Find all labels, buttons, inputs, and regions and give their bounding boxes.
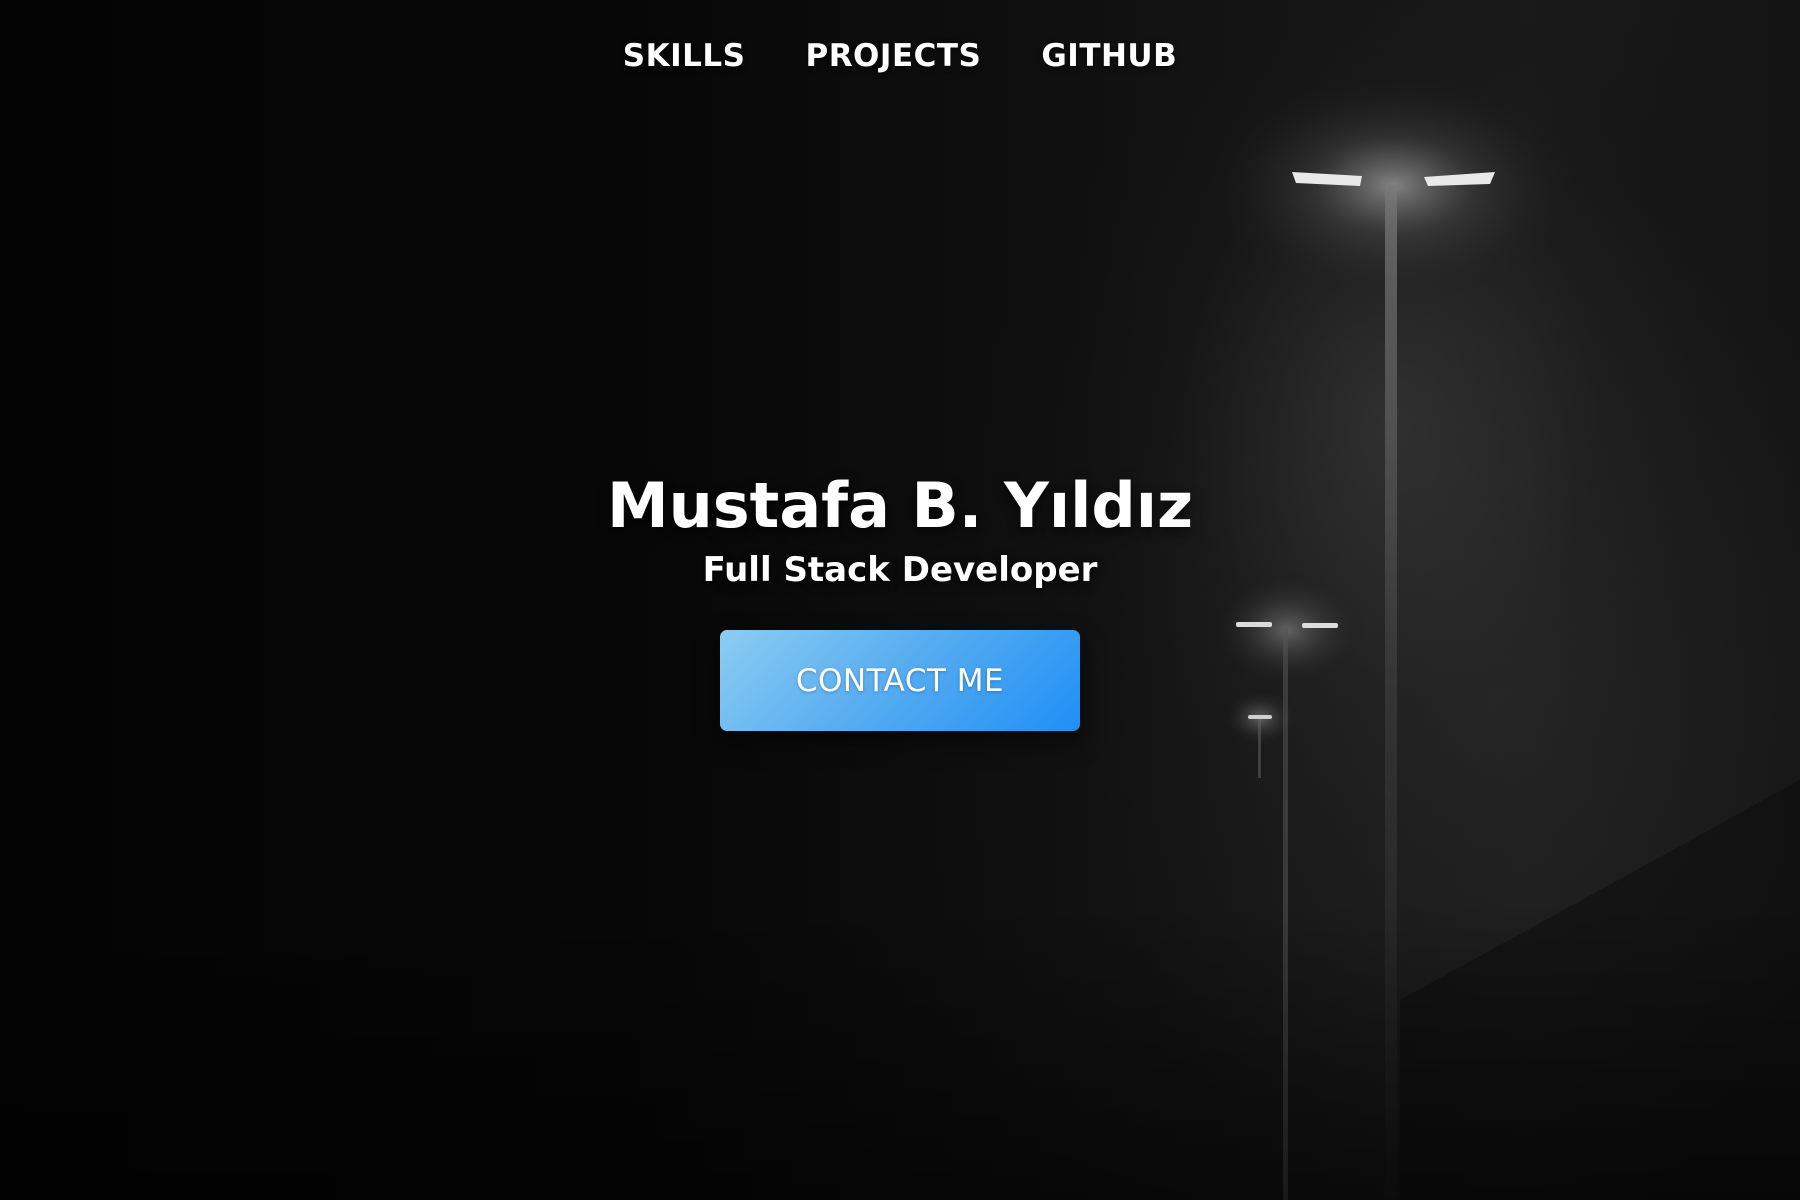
nav-link-projects[interactable]: PROJECTS [805, 38, 981, 74]
contact-me-button[interactable]: CONTACT ME [720, 630, 1080, 731]
top-navigation: SKILLS PROJECTS GITHUB [0, 38, 1800, 74]
developer-name: Mustafa B. Yıldız [606, 469, 1194, 542]
nav-link-github[interactable]: GITHUB [1041, 38, 1177, 74]
developer-role: Full Stack Developer [702, 550, 1098, 590]
hero-content: Mustafa B. Yıldız Full Stack Developer C… [0, 466, 1800, 731]
hero-section: SKILLS PROJECTS GITHUB Mustafa B. Yıldız… [0, 0, 1800, 1200]
floor-shade [0, 900, 1800, 1200]
nav-link-skills[interactable]: SKILLS [623, 38, 746, 74]
